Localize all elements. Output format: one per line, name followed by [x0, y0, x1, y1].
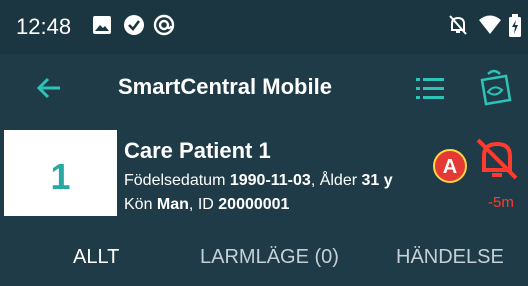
- tab-alarm-mode[interactable]: LARMLÄGE (0): [200, 246, 339, 269]
- id-value: 20000001: [218, 196, 290, 213]
- status-bar: 12:48: [0, 0, 528, 54]
- check-circle-icon: [123, 14, 145, 41]
- sex-label: Kön: [124, 196, 153, 213]
- bag-icon: [480, 69, 512, 106]
- status-time: 12:48: [16, 14, 72, 39]
- bed-number-box: 1: [4, 130, 117, 216]
- alarm-muted-icon[interactable]: [474, 136, 520, 180]
- callout-letter: A: [443, 156, 457, 178]
- patient-card[interactable]: 1 Care Patient 1 Födelsedatum 1990-11-03…: [0, 124, 528, 222]
- at-circle-icon: [153, 14, 175, 41]
- id-label: , ID: [188, 196, 214, 213]
- tab-all[interactable]: ALLT: [73, 246, 119, 269]
- wifi-icon: [478, 14, 502, 41]
- tab-events[interactable]: HÄNDELSE: [396, 246, 504, 269]
- patient-name: Care Patient 1: [124, 138, 271, 163]
- age-label: , Ålder: [310, 172, 358, 189]
- callout-badge: A: [432, 148, 468, 184]
- arrow-left-icon: [36, 77, 60, 99]
- image-icon: [92, 14, 112, 41]
- app-bar: SmartCentral Mobile: [0, 54, 528, 124]
- bag-button[interactable]: [474, 66, 514, 108]
- alarm-time: -5m: [488, 194, 514, 211]
- sex-value: Man: [156, 196, 189, 213]
- patient-id-line: Kön Man, ID 20000001: [124, 196, 289, 214]
- list-button[interactable]: [412, 70, 448, 106]
- bed-number: 1: [50, 156, 71, 197]
- bell-off-icon: [448, 14, 468, 41]
- bell-off-icon: [476, 138, 518, 180]
- patient-dob-line: Födelsedatum 1990-11-03, Ålder 31 y: [124, 172, 393, 190]
- tab-bar: ALLT LARMLÄGE (0) HÄNDELSE: [0, 222, 528, 286]
- dob-label: Födelsedatum: [124, 172, 226, 189]
- app-title: SmartCentral Mobile: [118, 74, 332, 99]
- battery-icon: [508, 14, 522, 43]
- list-icon: [416, 78, 444, 99]
- dob-value: 1990-11-03: [229, 172, 311, 189]
- age-value: 31 y: [361, 172, 393, 189]
- back-button[interactable]: [30, 70, 70, 106]
